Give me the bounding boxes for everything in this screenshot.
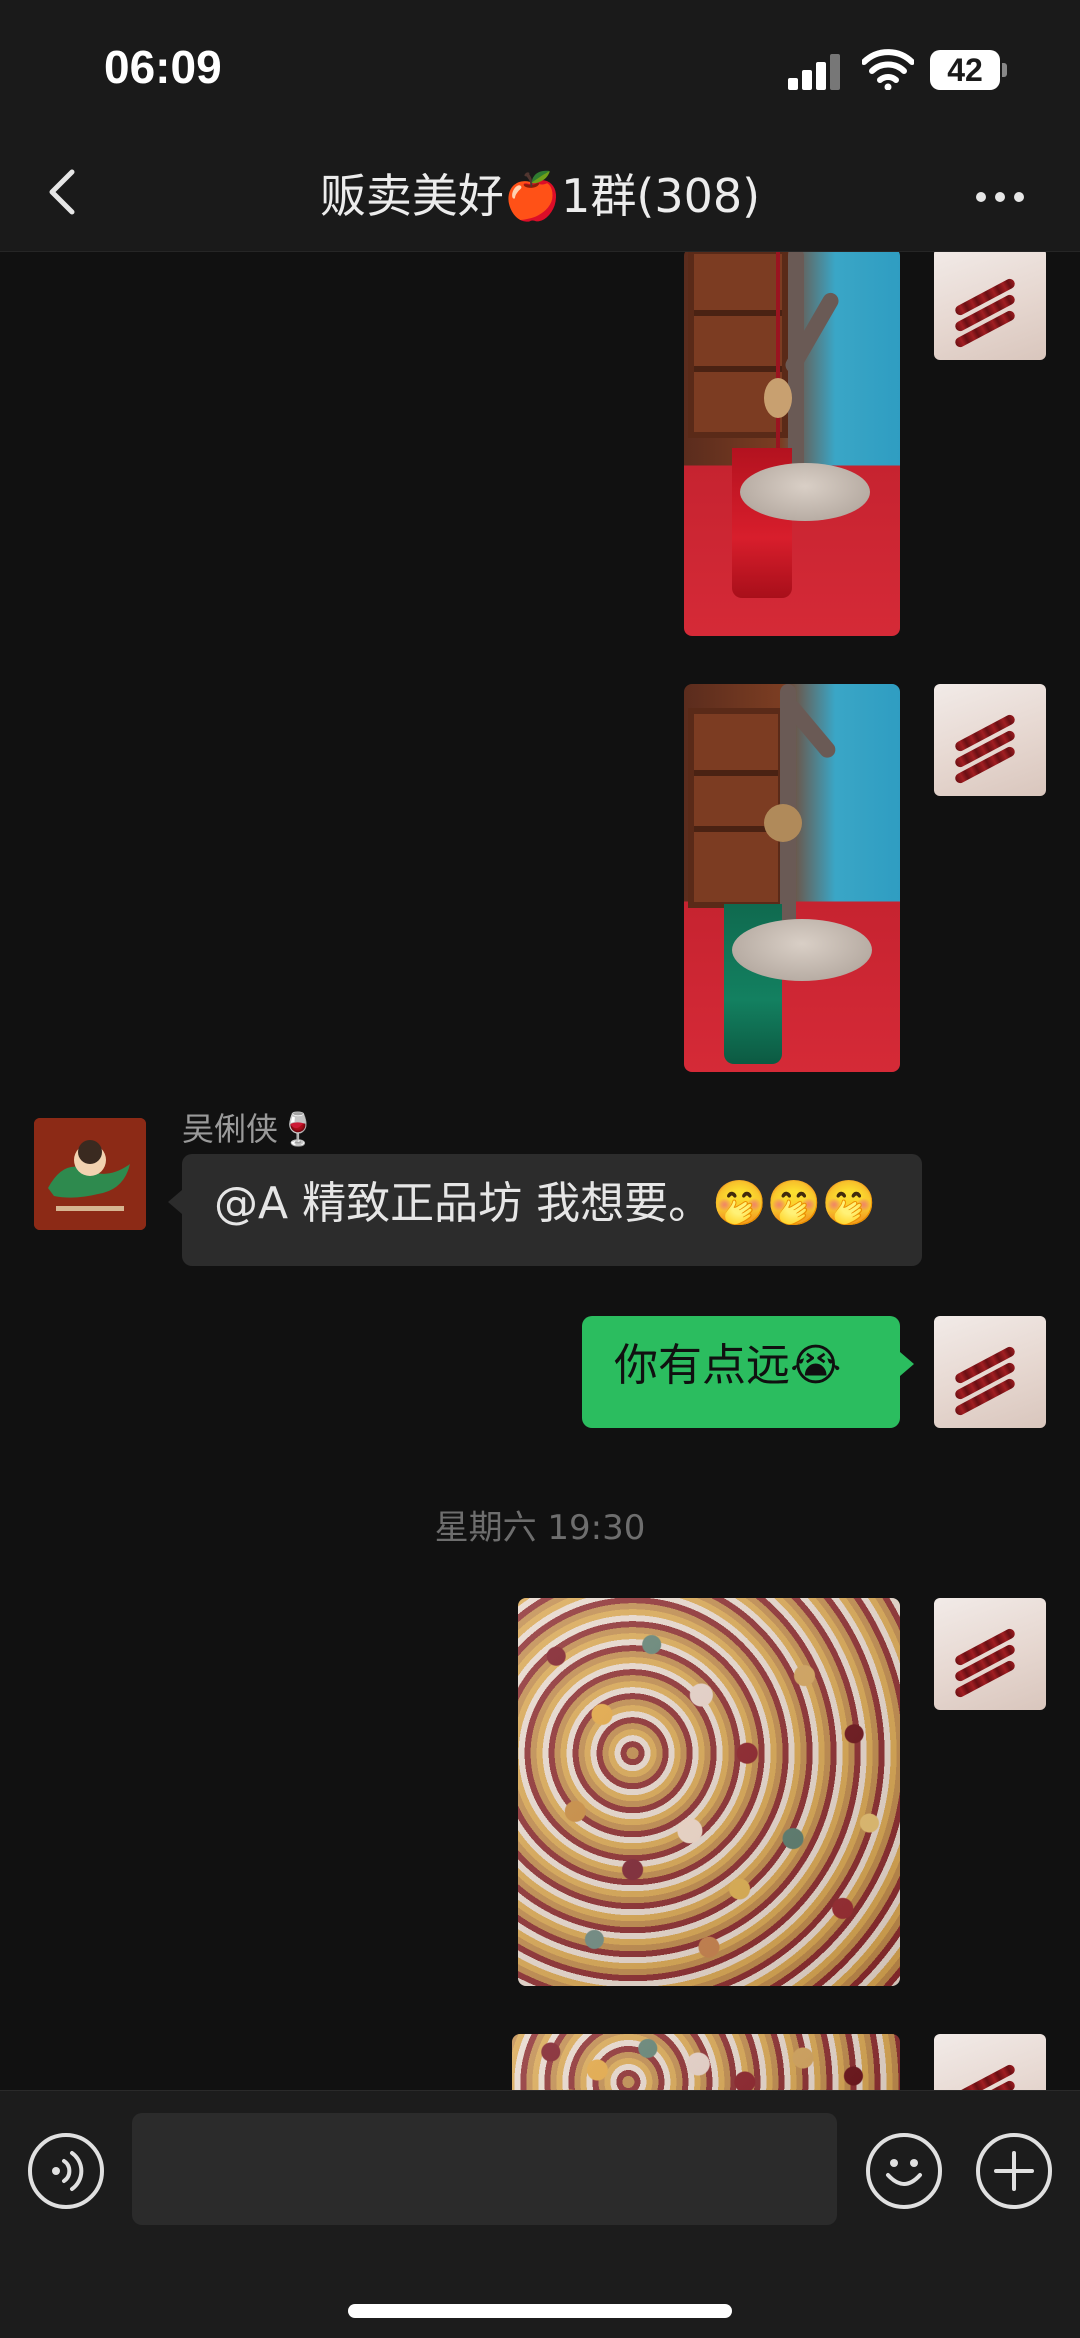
message-image-red-pendant[interactable] (684, 252, 900, 636)
message-bubble-incoming[interactable]: @A 精致正品坊 我想要。🤭🤭🤭 (168, 1154, 922, 1266)
chat-screen: 06:09 42 贩卖美好🍎1群(308) 吴俐侠🍷 @A 精致正品坊 我想要。… (0, 0, 1080, 2338)
time-divider: 星期六 19:30 (434, 1508, 646, 1548)
chat-header: 贩卖美好🍎1群(308) (0, 140, 1080, 252)
home-indicator[interactable] (348, 2304, 732, 2318)
sender-avatar[interactable] (34, 1118, 146, 1230)
sender-name: 吴俐侠🍷 (182, 1110, 318, 1148)
message-image-beads-partial[interactable] (512, 2034, 900, 2090)
message-image-green-pendant[interactable] (684, 684, 900, 1072)
message-bubble-outgoing[interactable]: 你有点远😭 (582, 1316, 914, 1428)
chat-title: 贩卖美好🍎1群(308) (319, 169, 761, 223)
battery-icon: 42 (930, 50, 1007, 90)
message-input[interactable] (132, 2113, 837, 2225)
battery-level: 42 (947, 52, 983, 88)
more-dots-icon[interactable] (970, 176, 1030, 216)
wifi-icon (862, 49, 914, 90)
cellular-signal-icon (788, 52, 844, 90)
chevron-left-icon[interactable] (36, 162, 96, 222)
my-avatar[interactable] (934, 2034, 1046, 2090)
dragon-mascot-icon (34, 1118, 146, 1230)
plus-circle-icon[interactable] (976, 2133, 1052, 2209)
message-image-beads[interactable] (518, 1598, 900, 1986)
my-avatar[interactable] (934, 252, 1046, 360)
status-bar: 06:09 42 (0, 0, 1080, 140)
message-list[interactable]: 吴俐侠🍷 @A 精致正品坊 我想要。🤭🤭🤭 你有点远😭 星期六 19:30 (0, 252, 1080, 2090)
input-bar (0, 2090, 1080, 2338)
my-avatar[interactable] (934, 684, 1046, 796)
emoji-icon[interactable] (866, 2133, 942, 2209)
my-avatar[interactable] (934, 1316, 1046, 1428)
voice-input-icon[interactable] (28, 2133, 104, 2209)
status-time: 06:09 (104, 41, 222, 93)
my-avatar[interactable] (934, 1598, 1046, 1710)
